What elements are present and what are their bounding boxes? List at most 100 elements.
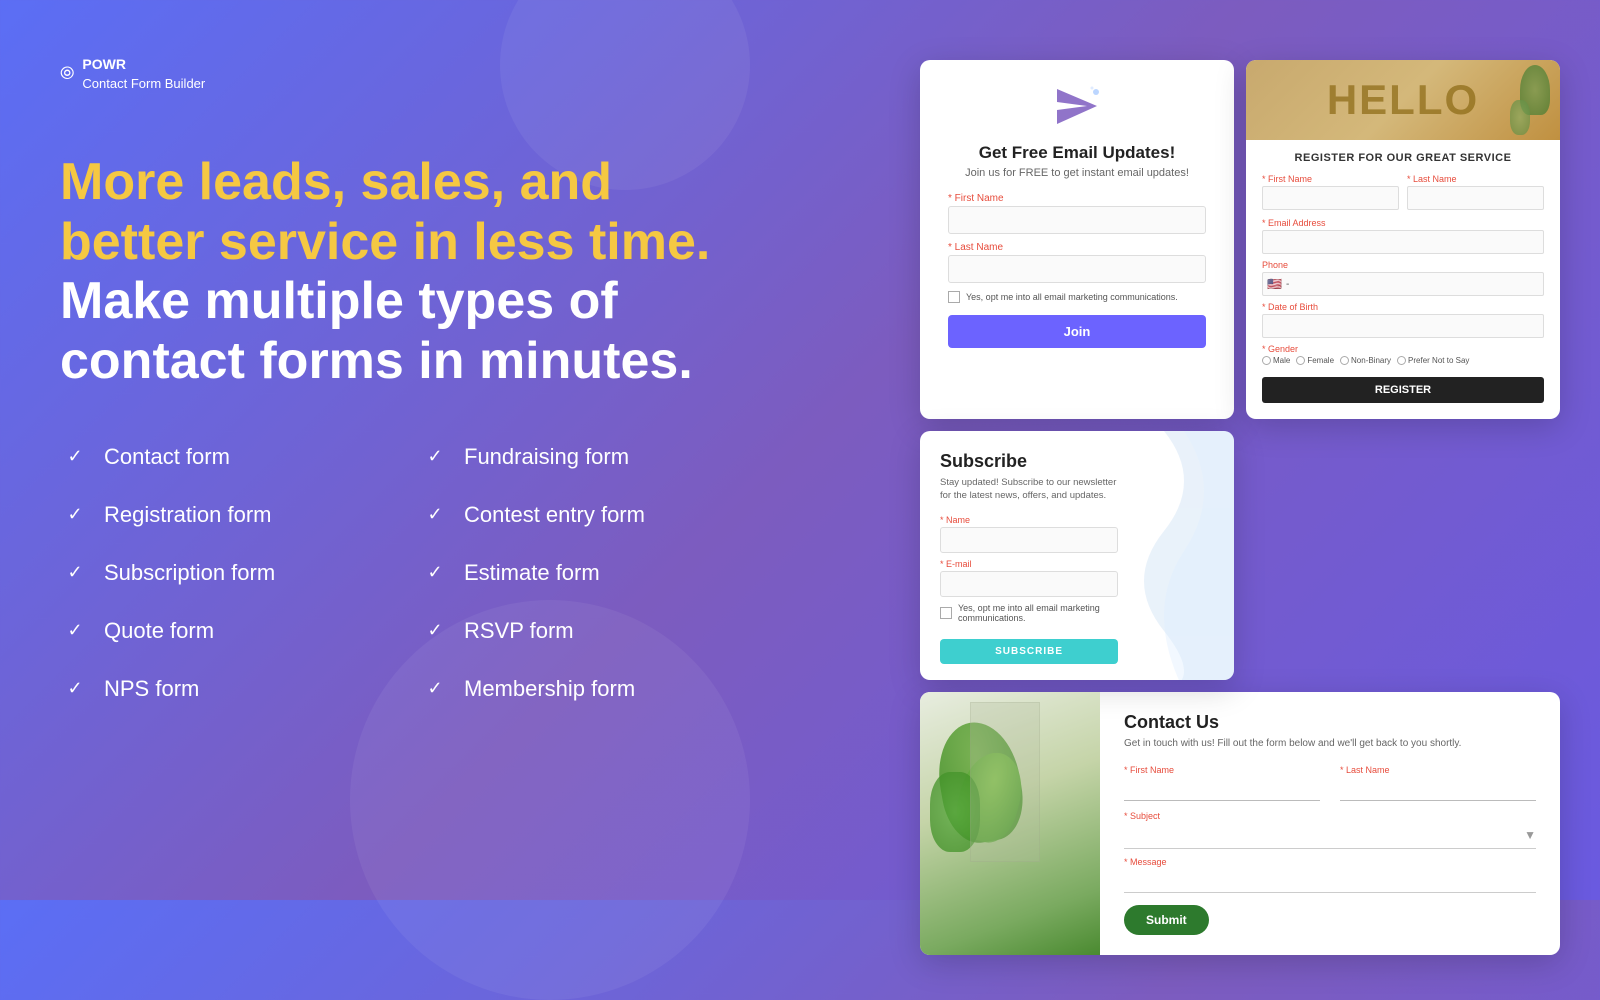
radio-nonbinary[interactable] [1340,356,1349,365]
contact-last-name-field: * Last Name [1340,765,1536,801]
feature-label: RSVP form [464,618,574,644]
register-name-row: * First Name * Last Name [1262,174,1544,210]
subscribe-optin-checkbox[interactable] [940,607,952,619]
register-email-label: * Email Address [1262,218,1544,228]
register-last-name-label: * Last Name [1407,174,1544,184]
feature-registration-form: ✓ Registration form [60,500,380,530]
register-phone-input[interactable]: 🇺🇸 - [1262,272,1544,296]
subscribe-name-input[interactable] [940,527,1118,553]
contact-subject-label: * Subject [1124,811,1536,821]
contact-message-input[interactable] [1124,869,1536,893]
register-body: REGISTER FOR OUR GREAT SERVICE * First N… [1246,140,1560,419]
feature-fundraising-form: ✓ Fundraising form [420,442,740,472]
contact-message-field: * Message [1124,857,1536,893]
feature-label: Subscription form [104,560,275,586]
check-icon: ✓ [420,558,450,588]
subscribe-desc: Stay updated! Subscribe to our newslette… [940,476,1118,503]
last-name-input[interactable] [948,255,1206,283]
contact-subject-input[interactable]: ▼ [1124,823,1536,849]
contact-first-name-input[interactable] [1124,777,1320,801]
subscribe-optin-row: Yes, opt me into all email marketing com… [940,603,1118,623]
subscribe-email-label: * E-mail [940,559,1118,569]
feature-label: Fundraising form [464,444,629,470]
check-icon: ✓ [60,674,90,704]
contact-subject-field: * Subject ▼ [1124,811,1536,849]
subscribe-button[interactable]: SUBSCRIBE [940,639,1118,664]
register-header-image: HELLO [1246,60,1560,140]
feature-quote-form: ✓ Quote form [60,616,380,646]
register-title: REGISTER FOR OUR GREAT SERVICE [1262,152,1544,164]
contact-submit-button[interactable]: Submit [1124,905,1209,935]
register-last-name-field: * Last Name [1407,174,1544,210]
headline-yellow: More leads, sales, and better service in… [60,153,710,271]
register-dob-input[interactable] [1262,314,1544,338]
contact-image [920,692,1100,955]
last-name-label: * Last Name [948,242,1206,253]
gender-options: Male Female Non-Binary Prefer Not to Say [1262,356,1544,365]
contact-form: Contact Us Get in touch with us! Fill ou… [920,692,1560,955]
check-icon: ✓ [60,500,90,530]
features-grid: ✓ Contact form ✓ Registration form ✓ Sub… [60,442,740,704]
subscribe-title: Subscribe [940,451,1118,472]
feature-nps-form: ✓ NPS form [60,674,380,704]
subscribe-form: Subscribe Stay updated! Subscribe to our… [920,431,1234,680]
gender-male[interactable]: Male [1262,356,1290,365]
contact-last-name-input[interactable] [1340,777,1536,801]
subscribe-name-label: * Name [940,515,1118,525]
feature-label: Registration form [104,502,272,528]
register-phone-field: Phone 🇺🇸 - [1262,260,1544,296]
check-icon: ✓ [60,558,90,588]
feature-label: Membership form [464,676,635,702]
register-last-name-input[interactable] [1407,186,1544,210]
main-headline: More leads, sales, and better service in… [60,153,740,392]
features-col2: ✓ Fundraising form ✓ Contest entry form … [420,442,740,704]
feature-label: NPS form [104,676,199,702]
email-form-subtitle: Join us for FREE to get instant email up… [948,167,1206,179]
paper-plane-icon [948,84,1206,139]
contact-body: Contact Us Get in touch with us! Fill ou… [1100,692,1560,955]
check-icon: ✓ [60,442,90,472]
gender-prefer-not[interactable]: Prefer Not to Say [1397,356,1469,365]
radio-female[interactable] [1296,356,1305,365]
contact-desc: Get in touch with us! Fill out the form … [1124,737,1536,751]
join-button[interactable]: Join [948,315,1206,348]
optin-checkbox[interactable] [948,291,960,303]
check-icon: ✓ [60,616,90,646]
register-dob-label: * Date of Birth [1262,302,1544,312]
register-email-input[interactable] [1262,230,1544,254]
feature-label: Contact form [104,444,230,470]
register-phone-label: Phone [1262,260,1544,270]
contact-message-label: * Message [1124,857,1536,867]
register-first-name-input[interactable] [1262,186,1399,210]
gender-female-label: Female [1307,356,1334,365]
subscribe-content: Subscribe Stay updated! Subscribe to our… [940,451,1118,664]
feature-membership-form: ✓ Membership form [420,674,740,704]
hello-decoration: HELLO [1327,76,1479,124]
gender-nonbinary[interactable]: Non-Binary [1340,356,1391,365]
register-button[interactable]: REGISTER [1262,377,1544,403]
feature-rsvp-form: ✓ RSVP form [420,616,740,646]
features-col1: ✓ Contact form ✓ Registration form ✓ Sub… [60,442,380,704]
subscribe-email-input[interactable] [940,571,1118,597]
feature-label: Estimate form [464,560,600,586]
powr-icon: ⦾ [60,63,74,84]
contact-title: Contact Us [1124,712,1536,733]
logo-area: ⦾ POWR Contact Form Builder [60,55,740,93]
feature-label: Quote form [104,618,214,644]
first-name-input[interactable] [948,206,1206,234]
contact-last-name-label: * Last Name [1340,765,1536,775]
optin-checkbox-row: Yes, opt me into all email marketing com… [948,291,1206,303]
check-icon: ✓ [420,442,450,472]
feature-contact-form: ✓ Contact form [60,442,380,472]
subject-chevron-icon: ▼ [1524,828,1536,842]
register-first-name-label: * First Name [1262,174,1399,184]
register-first-name-field: * First Name [1262,174,1399,210]
radio-prefer-not[interactable] [1397,356,1406,365]
gender-female[interactable]: Female [1296,356,1334,365]
feature-estimate-form: ✓ Estimate form [420,558,740,588]
register-dob-field: * Date of Birth [1262,302,1544,338]
gender-prefer-not-label: Prefer Not to Say [1408,356,1469,365]
first-name-label: * First Name [948,193,1206,204]
headline-white: Make multiple types of contact forms in … [60,272,693,390]
radio-male[interactable] [1262,356,1271,365]
